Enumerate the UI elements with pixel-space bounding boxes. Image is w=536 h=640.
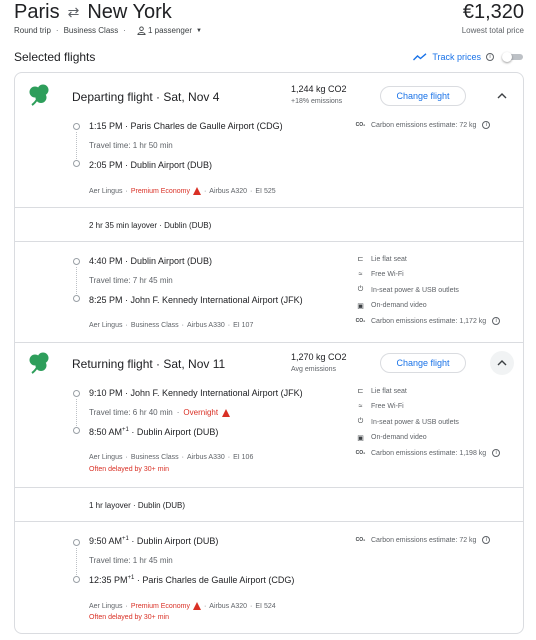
arrival-stop: 8:50 AM+1 · Dublin Airport (DUB) <box>89 427 219 437</box>
chevron-up-icon <box>497 360 507 366</box>
amenities-list: ⊏ Lie flat seat ≈ Free Wi-Fi ⏻ In-seat powe… <box>355 385 501 459</box>
travel-time: Travel time: 1 hr 45 min <box>89 556 173 565</box>
chevron-up-icon <box>497 93 507 99</box>
aer-lingus-shamrock-icon <box>29 84 49 106</box>
departing-flight-card: Departing flight · Sat, Nov 4 1,244 kg C… <box>14 72 524 343</box>
layover-info: 2 hr 35 min layover · Dublin (DUB) <box>89 221 212 230</box>
returning-flight-card: Returning flight · Sat, Nov 11 1,270 kg … <box>14 342 524 634</box>
info-icon[interactable]: i <box>486 53 494 61</box>
departure-stop: 9:50 AM+1 · Dublin Airport (DUB) <box>89 536 219 546</box>
returning-co2-note: Avg emissions <box>291 366 337 373</box>
cabin-class: Business Class <box>63 26 119 35</box>
price-note: Lowest total price <box>461 26 524 35</box>
emissions-info: CO₂ Carbon emissions estimate: 72 kg i <box>355 119 491 131</box>
passengers-label: 1 passenger <box>147 26 192 35</box>
travel-time: Travel time: 7 hr 45 min <box>89 276 173 285</box>
leg-timeline <box>73 123 81 167</box>
video-icon: ▣ <box>357 302 364 310</box>
seat-icon: ⊏ <box>357 388 364 395</box>
collapse-returning-button[interactable] <box>490 351 514 375</box>
returning-co2: 1,270 kg CO2 <box>291 352 347 362</box>
delay-warning: Often delayed by 30+ min <box>89 614 169 621</box>
departure-stop: 9:10 PM · John F. Kennedy International … <box>89 388 303 398</box>
warning-icon <box>192 602 201 610</box>
dropdown-caret-icon: ▼ <box>195 27 202 34</box>
wifi-icon: ≈ <box>358 403 363 410</box>
track-prices[interactable]: Track prices i <box>413 52 494 62</box>
co2-icon: CO₂ <box>355 537 366 543</box>
departing-co2: 1,244 kg CO2 <box>291 84 347 94</box>
route-title: Paris ⇄ New York <box>14 1 172 24</box>
travel-time: Travel time: 1 hr 50 min <box>89 141 173 150</box>
overnight-label: Overnight <box>183 408 219 417</box>
info-icon[interactable]: i <box>482 536 491 544</box>
trip-meta: Round trip · Business Class · 1 passenge… <box>14 26 202 35</box>
leg-timeline <box>73 539 81 583</box>
cabin-class: Premium Economy <box>130 602 190 610</box>
departure-stop: 1:15 PM · Paris Charles de Gaulle Airpor… <box>89 121 283 131</box>
returning-title: Returning flight · Sat, Nov 11 <box>72 357 226 371</box>
toggle-knob <box>502 52 512 62</box>
aer-lingus-shamrock-icon <box>29 352 49 374</box>
trip-type: Round trip <box>14 26 51 35</box>
departure-stop: 4:40 PM · Dublin Airport (DUB) <box>89 256 213 266</box>
arrival-stop: 8:25 PM · John F. Kennedy International … <box>89 295 303 305</box>
wifi-icon: ≈ <box>358 271 363 278</box>
flight-details: Aer Lingus · Business Class · Airbus A33… <box>89 322 254 329</box>
departing-title: Departing flight · Sat, Nov 4 <box>72 90 220 104</box>
warning-icon <box>222 408 231 417</box>
section-title: Selected flights <box>14 50 96 64</box>
person-icon <box>137 26 146 35</box>
trend-icon <box>413 53 427 61</box>
amenities-list: ⊏ Lie flat seat ≈ Free Wi-Fi ⏻ In-seat powe… <box>355 253 501 327</box>
swap-icon: ⇄ <box>67 4 80 20</box>
power-plug-icon: ⏻ <box>357 418 364 425</box>
warning-icon <box>192 187 201 195</box>
info-icon[interactable]: i <box>492 449 501 457</box>
leg-timeline <box>73 390 81 434</box>
arrival-stop: 2:05 PM · Dublin Airport (DUB) <box>89 160 213 170</box>
flight-details: Aer Lingus · Premium Economy · Airbus A3… <box>89 187 276 195</box>
co2-icon: CO₂ <box>355 450 366 456</box>
track-prices-label: Track prices <box>432 52 481 62</box>
departing-co2-note: +18% emissions <box>291 98 343 105</box>
info-icon[interactable]: i <box>492 317 501 325</box>
co2-icon: CO₂ <box>355 122 366 128</box>
origin-city: Paris <box>14 1 60 23</box>
collapse-departing-button[interactable] <box>490 84 514 108</box>
co2-icon: CO₂ <box>355 318 366 324</box>
track-prices-toggle[interactable] <box>502 52 524 62</box>
flight-details: Aer Lingus · Premium Economy · Airbus A3… <box>89 602 276 610</box>
info-icon[interactable]: i <box>482 121 491 129</box>
video-icon: ▣ <box>357 434 364 442</box>
emissions-info: CO₂ Carbon emissions estimate: 72 kg i <box>355 534 491 546</box>
travel-time: Travel time: 6 hr 40 min · Overnight <box>89 408 231 417</box>
change-returning-flight-button[interactable]: Change flight <box>380 353 466 373</box>
destination-city: New York <box>87 1 172 23</box>
cabin-class: Premium Economy <box>130 187 190 195</box>
power-plug-icon: ⏻ <box>357 286 364 293</box>
change-departing-flight-button[interactable]: Change flight <box>380 86 466 106</box>
arrival-stop: 12:35 PM+1 · Paris Charles de Gaulle Air… <box>89 575 295 585</box>
total-price: €1,320 <box>462 1 524 23</box>
delay-warning: Often delayed by 30+ min <box>89 466 169 473</box>
layover-info: 1 hr layover · Dublin (DUB) <box>89 501 186 510</box>
seat-icon: ⊏ <box>357 256 364 263</box>
passengers-selector[interactable]: 1 passenger ▼ <box>131 26 202 35</box>
flight-details: Aer Lingus · Business Class · Airbus A33… <box>89 454 254 461</box>
leg-timeline <box>73 258 81 302</box>
